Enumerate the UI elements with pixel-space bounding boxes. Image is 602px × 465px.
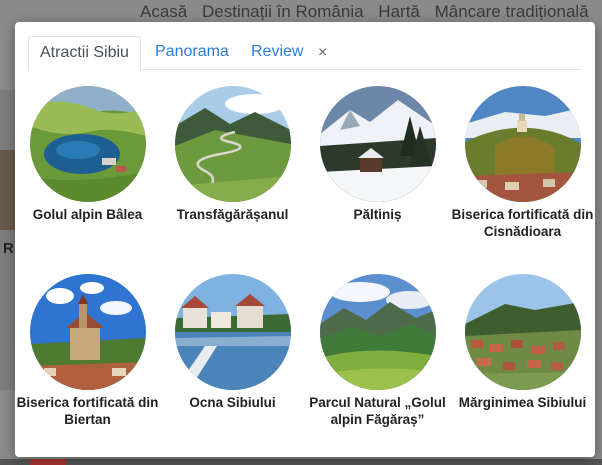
attraction-name[interactable]: Golul alpin Bâlea [15, 206, 160, 223]
village-photo[interactable] [464, 274, 581, 390]
lake-photo[interactable] [29, 86, 146, 202]
background-bottom-bar [0, 459, 602, 465]
attraction-name[interactable]: Transfăgărășanul [160, 206, 305, 223]
attraction-card[interactable]: Transfăgărășanul [160, 86, 305, 223]
attraction-card[interactable]: Biserica fortificată din Biertan [15, 274, 160, 428]
tab-panorama[interactable]: Panorama [144, 36, 240, 70]
attraction-name[interactable]: Biserica fortificată din Cisnădioara [450, 206, 595, 240]
hill-church-photo[interactable] [464, 86, 581, 202]
background-navbar: Acasă Destinații în România Hartă Mâncar… [140, 0, 602, 22]
background-bottom-button [30, 459, 66, 465]
background-left-image [0, 150, 16, 230]
attraction-card[interactable]: Ocna Sibiului [160, 274, 305, 411]
tab-atractii-sibiu[interactable]: Atractii Sibiu [28, 36, 141, 70]
attraction-card[interactable]: Golul alpin Bâlea [15, 86, 160, 223]
background-nav-item: Hartă [378, 2, 420, 21]
attraction-name[interactable]: Ocna Sibiului [160, 394, 305, 411]
modal-tabs: Atractii Sibiu Panorama Review × [28, 36, 581, 70]
attraction-card[interactable]: Mărginimea Sibiului [450, 274, 595, 411]
background-left-heading: R [3, 240, 14, 257]
attraction-card[interactable]: Păltiniș [305, 86, 450, 223]
attractions-modal: Atractii Sibiu Panorama Review × Golul a… [15, 22, 595, 457]
mountain-road-photo[interactable] [174, 86, 291, 202]
attraction-name[interactable]: Mărginimea Sibiului [450, 394, 595, 411]
attraction-card[interactable]: Biserica fortificată din Cisnădioara [450, 86, 595, 240]
fortified-church-photo[interactable] [29, 274, 146, 390]
attraction-name[interactable]: Parcul Natural „Golul alpin Făgăraș” [305, 394, 450, 428]
attraction-card[interactable]: Parcul Natural „Golul alpin Făgăraș” [305, 274, 450, 428]
background-nav-item: Acasă [140, 2, 188, 21]
background-nav-item: Mâncare tradițională [434, 2, 589, 21]
snowy-resort-photo[interactable] [319, 86, 436, 202]
background-nav-item: Destinații în România [201, 2, 364, 21]
tab-review[interactable]: Review [240, 36, 314, 70]
mountain-park-photo[interactable] [319, 274, 436, 390]
salt-lake-photo[interactable] [174, 274, 291, 390]
attraction-name[interactable]: Biserica fortificată din Biertan [15, 394, 160, 428]
close-icon[interactable]: × [314, 36, 331, 70]
attraction-name[interactable]: Păltiniș [305, 206, 450, 223]
